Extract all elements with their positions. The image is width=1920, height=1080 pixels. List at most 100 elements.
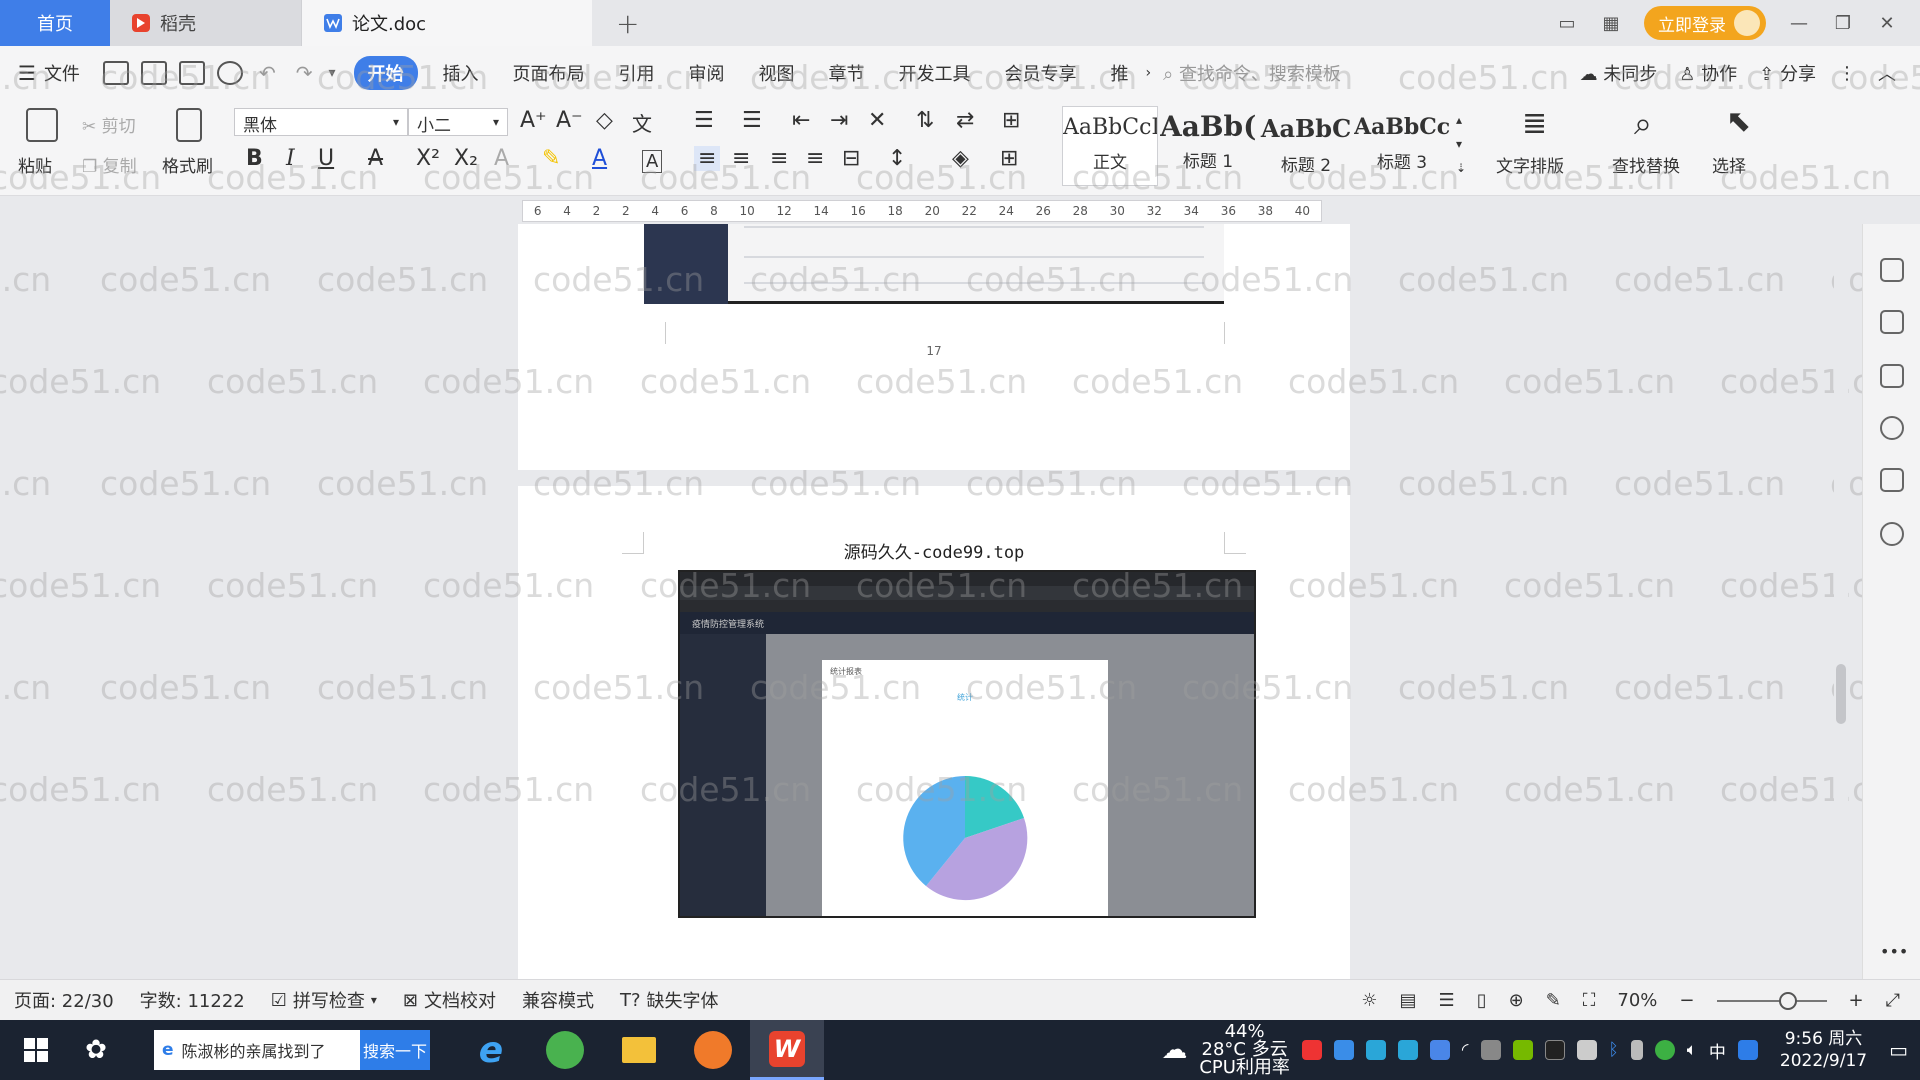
distribute-icon[interactable]: ⊟ — [842, 146, 860, 171]
clock[interactable]: 9:56 周六 2022/9/17 — [1780, 1028, 1867, 1072]
cursor-icon[interactable] — [1880, 310, 1904, 334]
cut-button[interactable]: ✂ 剪切 — [82, 112, 136, 137]
underline-icon[interactable]: U — [318, 146, 334, 171]
char-border-icon[interactable]: A — [642, 150, 663, 173]
style-heading-1[interactable]: AaBb(标题 1 — [1160, 106, 1256, 186]
increase-indent-icon[interactable]: ⇥ — [830, 108, 848, 133]
menu-reference[interactable]: 引用 — [602, 60, 672, 86]
proof-button[interactable]: ⊠ 文档校对 — [403, 987, 496, 1013]
taskbar-browser-green[interactable] — [528, 1020, 602, 1080]
menu-review[interactable]: 审阅 — [672, 60, 742, 86]
text-layout-button[interactable]: 文字排版 — [1496, 152, 1564, 177]
style-heading-3[interactable]: AaBbCcl 标题 3 — [1354, 106, 1450, 186]
format-painter-icon[interactable] — [176, 108, 202, 142]
nvidia-icon[interactable] — [1512, 1040, 1533, 1060]
notification-icon[interactable]: ▭ — [1889, 1038, 1908, 1062]
zoom-in-icon[interactable]: + — [1849, 990, 1864, 1011]
borders-icon[interactable]: ⊞ — [1000, 146, 1018, 171]
tray-app-icon[interactable] — [1480, 1040, 1501, 1060]
apps-grid-icon[interactable]: ▦ — [1600, 13, 1622, 34]
volume-icon[interactable]: 🔈︎ — [1687, 1040, 1697, 1060]
format-painter-button[interactable]: 格式刷 — [162, 152, 213, 177]
zoom-slider[interactable] — [1716, 991, 1827, 1010]
collapse-ribbon-icon[interactable]: ︿ — [1878, 60, 1896, 86]
numbered-list-icon[interactable]: ☰ — [742, 108, 762, 133]
restore-icon[interactable]: ❐ — [1832, 13, 1854, 34]
taskbar-ie[interactable]: e — [454, 1020, 528, 1080]
word-count[interactable]: 字数: 11222 — [140, 987, 245, 1013]
wifi-icon[interactable]: ◜ — [1462, 1040, 1469, 1060]
grow-font-icon[interactable]: A⁺ — [520, 108, 547, 133]
superscript-icon[interactable]: X² — [416, 146, 440, 171]
show-marks-icon[interactable]: ⊞ — [1002, 108, 1020, 133]
start-button[interactable] — [0, 1020, 72, 1080]
justify-icon[interactable]: ≡ — [806, 146, 824, 171]
copy-button[interactable]: ❐ 复制 — [82, 152, 137, 177]
style-heading-2[interactable]: AaBbC 标题 2 — [1258, 106, 1354, 186]
tray-app-icon[interactable] — [1333, 1040, 1354, 1060]
battery-icon[interactable] — [1576, 1040, 1597, 1060]
taskbar-wps[interactable]: W — [750, 1020, 824, 1080]
backup-icon[interactable] — [1880, 468, 1904, 492]
style-normal[interactable]: AaBbCcI 正文 — [1062, 106, 1158, 186]
zoom-out-icon[interactable]: − — [1679, 990, 1694, 1011]
page-count[interactable]: 页面: 22/30 — [14, 987, 114, 1013]
collab-button[interactable]: ♙ 协作 — [1679, 60, 1737, 86]
taskbar-search-button[interactable]: 搜索一下 — [360, 1030, 430, 1070]
paste-icon[interactable] — [26, 108, 58, 142]
sort-icon[interactable]: ⇅ — [916, 108, 934, 133]
text-layout-icon[interactable]: ≣ — [1522, 106, 1547, 141]
redo-icon[interactable]: ↷ — [296, 61, 313, 85]
text-effect-icon[interactable]: A — [494, 146, 509, 171]
help-icon[interactable] — [1880, 416, 1904, 440]
styles-scroll-icon[interactable]: ▴ ▾ ⇣ — [1456, 108, 1466, 180]
zoom-slider-knob[interactable] — [1778, 991, 1797, 1010]
reading-view-icon[interactable]: ▯ — [1477, 990, 1487, 1011]
menu-dev-tools[interactable]: 开发工具 — [882, 60, 988, 86]
align-right-icon[interactable]: ≡ — [770, 146, 788, 171]
shading-icon[interactable]: ◈ — [952, 146, 969, 171]
document-canvas[interactable]: 17 源码久久-code99.top 疫情防控管理系统 统计报表 统计 — [0, 224, 1834, 979]
quick-access-dropdown-icon[interactable]: ▾ — [328, 65, 335, 81]
chevron-right-icon[interactable]: › — [1146, 65, 1152, 81]
menu-member[interactable]: 会员专享 — [988, 60, 1094, 86]
ime-indicator[interactable]: 中 — [1709, 1038, 1726, 1063]
find-replace-button[interactable]: 查找替换 — [1612, 152, 1680, 177]
compat-mode[interactable]: 兼容模式 — [522, 987, 594, 1013]
clear-format-icon[interactable]: ◇ — [596, 108, 613, 133]
more-dots-icon[interactable]: ••• — [1880, 942, 1908, 961]
export-icon[interactable] — [140, 61, 167, 85]
close-icon[interactable]: ✕ — [1876, 13, 1898, 34]
font-color-icon[interactable]: A — [592, 146, 607, 171]
tray-app-icon[interactable] — [1365, 1040, 1386, 1060]
compass-icon[interactable] — [1880, 522, 1904, 546]
weather-widget[interactable]: 44% 28°C 多云 CPU利用率 — [1199, 1023, 1290, 1077]
shrink-font-icon[interactable]: A⁻ — [556, 108, 583, 133]
bullet-list-icon[interactable]: ☰ — [694, 108, 714, 133]
decrease-indent-icon[interactable]: ⇤ — [792, 108, 810, 133]
menu-more[interactable]: 推 — [1094, 60, 1146, 86]
tray-app-icon[interactable] — [1301, 1040, 1322, 1060]
web-view-icon[interactable]: ⊕ — [1509, 990, 1524, 1011]
pen-icon[interactable] — [1880, 258, 1904, 282]
scroll-thumb[interactable] — [1836, 664, 1846, 724]
subscript-icon[interactable]: X₂ — [454, 146, 478, 171]
shield-icon[interactable] — [1429, 1040, 1450, 1060]
select-button[interactable]: 选择 — [1712, 152, 1746, 177]
menu-insert[interactable]: 插入 — [426, 60, 496, 86]
sync-button[interactable]: ☁ 未同步 — [1580, 60, 1658, 86]
vertical-scrollbar[interactable] — [1834, 224, 1848, 979]
taskbar-search-box[interactable]: e 陈淑彬的亲属找到了 搜索一下 — [154, 1030, 430, 1070]
strikethrough-icon[interactable]: A — [368, 146, 383, 171]
more-options-icon[interactable]: ⋮ — [1838, 63, 1856, 84]
tray-app-icon[interactable] — [1654, 1040, 1675, 1060]
align-center-icon[interactable]: ≡ — [732, 146, 750, 171]
taskbar-file-explorer[interactable] — [602, 1020, 676, 1080]
menu-file[interactable]: 文件 — [44, 60, 97, 86]
embedded-screenshot-stats[interactable]: 疫情防控管理系统 统计报表 统计 — [678, 570, 1256, 918]
qq-icon[interactable] — [1544, 1040, 1565, 1060]
tab-daoke[interactable]: 稻壳 — [110, 0, 302, 46]
login-button[interactable]: 立即登录 — [1644, 6, 1766, 40]
select-cursor-icon[interactable]: ⬉ — [1726, 104, 1751, 139]
usb-icon[interactable] — [1630, 1040, 1643, 1060]
